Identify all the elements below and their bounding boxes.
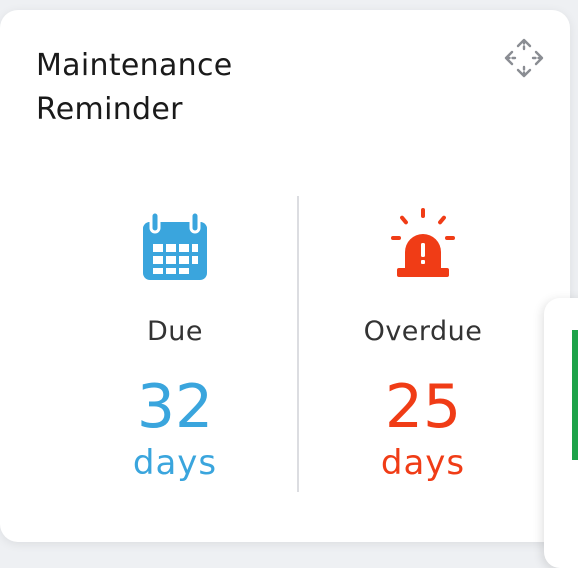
due-unit: days (132, 443, 218, 483)
adjacent-card[interactable] (544, 298, 578, 568)
overdue-column: Overdue 25 days (298, 206, 548, 483)
alarm-siren-icon (391, 208, 455, 277)
move-arrows-icon[interactable] (500, 34, 548, 82)
overdue-value: 25 (384, 372, 462, 442)
overdue-unit: days (380, 443, 466, 483)
maintenance-reminder-card: Maintenance Reminder Due 32 days Overdue… (0, 10, 570, 542)
card-title: Maintenance Reminder (36, 48, 233, 127)
due-label: Due (146, 316, 203, 347)
due-column: Due 32 days (50, 206, 300, 483)
calendar-icon (143, 210, 207, 280)
due-value: 32 (136, 372, 214, 442)
overdue-label: Overdue (363, 316, 483, 347)
adjacent-card-accent (572, 330, 578, 460)
